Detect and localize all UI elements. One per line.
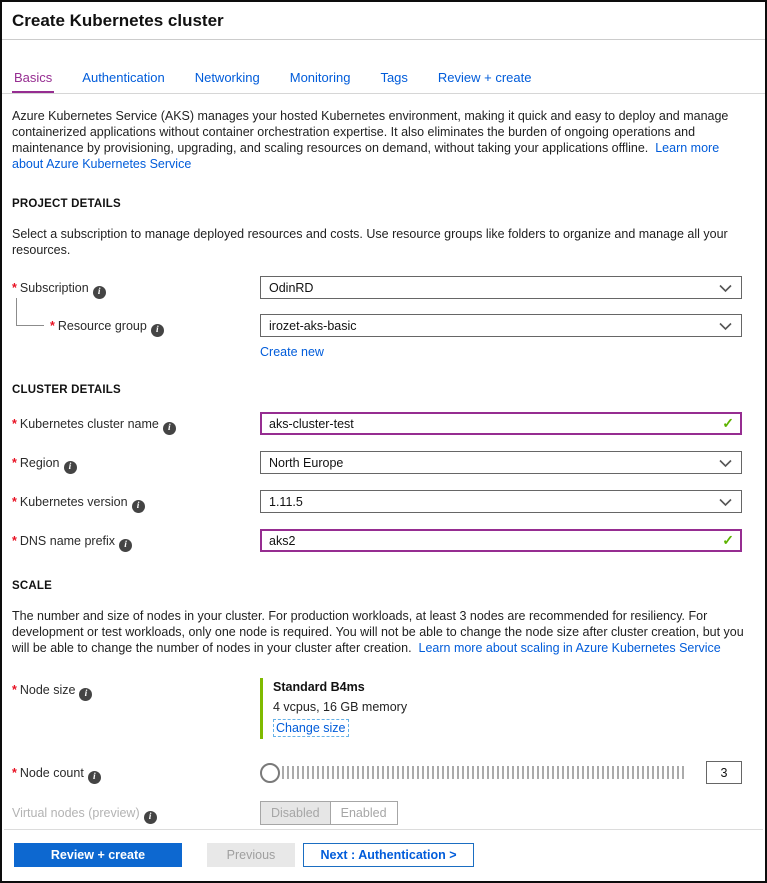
required-asterisk: * — [12, 456, 17, 470]
service-description: Azure Kubernetes Service (AKS) manages y… — [12, 108, 753, 172]
slider-handle[interactable] — [260, 763, 280, 783]
virtual-nodes-toggle: Disabled Enabled — [260, 801, 398, 825]
cluster-name-label: *Kubernetes cluster name — [12, 412, 260, 435]
cluster-name-input[interactable] — [260, 412, 742, 435]
tab-bar: Basics Authentication Networking Monitor… — [2, 40, 765, 94]
required-asterisk: * — [50, 319, 55, 333]
kubernetes-version-row: *Kubernetes version 1.11.5 — [12, 490, 753, 513]
chevron-down-icon — [719, 322, 732, 331]
resource-group-row: *Resource group irozet-aks-basic Create … — [12, 314, 753, 360]
info-icon[interactable] — [119, 539, 132, 552]
region-label: *Region — [12, 451, 260, 474]
tab-authentication[interactable]: Authentication — [80, 70, 166, 93]
node-count-row: *Node count 3 — [12, 761, 753, 784]
virtual-nodes-enabled-button[interactable]: Enabled — [331, 802, 397, 824]
titlebar: Create Kubernetes cluster — [2, 2, 765, 40]
required-asterisk: * — [12, 534, 17, 548]
info-icon[interactable] — [64, 461, 77, 474]
tree-connector — [16, 298, 44, 326]
required-asterisk: * — [12, 417, 17, 431]
dns-prefix-label: *DNS name prefix — [12, 529, 260, 552]
resource-group-label: *Resource group — [12, 314, 260, 337]
info-icon[interactable] — [132, 500, 145, 513]
cluster-name-row: *Kubernetes cluster name — [12, 412, 753, 435]
footer-action-bar: Review + create Previous Next : Authenti… — [4, 829, 763, 879]
node-size-summary: Standard B4ms 4 vcpus, 16 GB memory Chan… — [260, 678, 742, 739]
service-description-text: Azure Kubernetes Service (AKS) manages y… — [12, 109, 728, 155]
required-asterisk: * — [12, 495, 17, 509]
tab-monitoring[interactable]: Monitoring — [288, 70, 353, 93]
info-icon[interactable] — [93, 286, 106, 299]
node-size-label: *Node size — [12, 678, 260, 701]
required-asterisk: * — [12, 683, 17, 697]
info-icon[interactable] — [151, 324, 164, 337]
previous-button[interactable]: Previous — [207, 843, 295, 867]
subscription-row: *Subscription OdinRD — [12, 276, 753, 299]
required-asterisk: * — [12, 766, 17, 780]
node-size-value: Standard B4ms — [273, 679, 742, 695]
basics-tab-content: Azure Kubernetes Service (AKS) manages y… — [2, 94, 765, 858]
tab-networking[interactable]: Networking — [193, 70, 262, 93]
subscription-label: *Subscription — [12, 276, 260, 299]
kubernetes-version-select[interactable]: 1.11.5 — [260, 490, 742, 513]
slider-track[interactable] — [282, 766, 684, 779]
chevron-down-icon — [719, 459, 732, 468]
info-icon[interactable] — [79, 688, 92, 701]
tab-tags[interactable]: Tags — [378, 70, 409, 93]
next-authentication-button[interactable]: Next : Authentication > — [303, 843, 474, 867]
node-count-value[interactable]: 3 — [706, 761, 742, 784]
subscription-select[interactable]: OdinRD — [260, 276, 742, 299]
dns-prefix-input[interactable] — [260, 529, 742, 552]
node-count-slider: 3 — [260, 761, 742, 784]
create-new-link[interactable]: Create new — [260, 344, 324, 360]
create-kubernetes-cluster-blade: Create Kubernetes cluster Basics Authent… — [0, 0, 767, 883]
resource-group-select[interactable]: irozet-aks-basic — [260, 314, 742, 337]
change-size-link[interactable]: Change size — [273, 719, 349, 737]
cluster-details-heading: CLUSTER DETAILS — [12, 382, 753, 398]
tab-basics[interactable]: Basics — [12, 70, 54, 93]
learn-more-scaling-link[interactable]: Learn more about scaling in Azure Kubern… — [419, 641, 721, 655]
page-title: Create Kubernetes cluster — [12, 11, 755, 31]
info-icon[interactable] — [163, 422, 176, 435]
chevron-down-icon — [719, 498, 732, 507]
chevron-down-icon — [719, 284, 732, 293]
virtual-nodes-disabled-button[interactable]: Disabled — [261, 802, 331, 824]
info-icon[interactable] — [144, 811, 157, 824]
region-select[interactable]: North Europe — [260, 451, 742, 474]
kubernetes-version-label: *Kubernetes version — [12, 490, 260, 513]
region-row: *Region North Europe — [12, 451, 753, 474]
node-size-row: *Node size Standard B4ms 4 vcpus, 16 GB … — [12, 678, 753, 739]
review-create-button[interactable]: Review + create — [14, 843, 182, 867]
project-details-heading: PROJECT DETAILS — [12, 196, 753, 212]
info-icon[interactable] — [88, 771, 101, 784]
valid-check-icon — [722, 532, 734, 548]
tab-review-create[interactable]: Review + create — [436, 70, 534, 93]
scale-description: The number and size of nodes in your clu… — [12, 608, 753, 656]
required-asterisk: * — [12, 281, 17, 295]
dns-prefix-row: *DNS name prefix — [12, 529, 753, 552]
node-size-specs: 4 vcpus, 16 GB memory — [273, 699, 742, 715]
scale-heading: SCALE — [12, 578, 753, 594]
valid-check-icon — [722, 415, 734, 431]
virtual-nodes-label: Virtual nodes (preview) — [12, 801, 260, 824]
project-details-description: Select a subscription to manage deployed… — [12, 226, 732, 258]
node-count-label: *Node count — [12, 761, 260, 784]
